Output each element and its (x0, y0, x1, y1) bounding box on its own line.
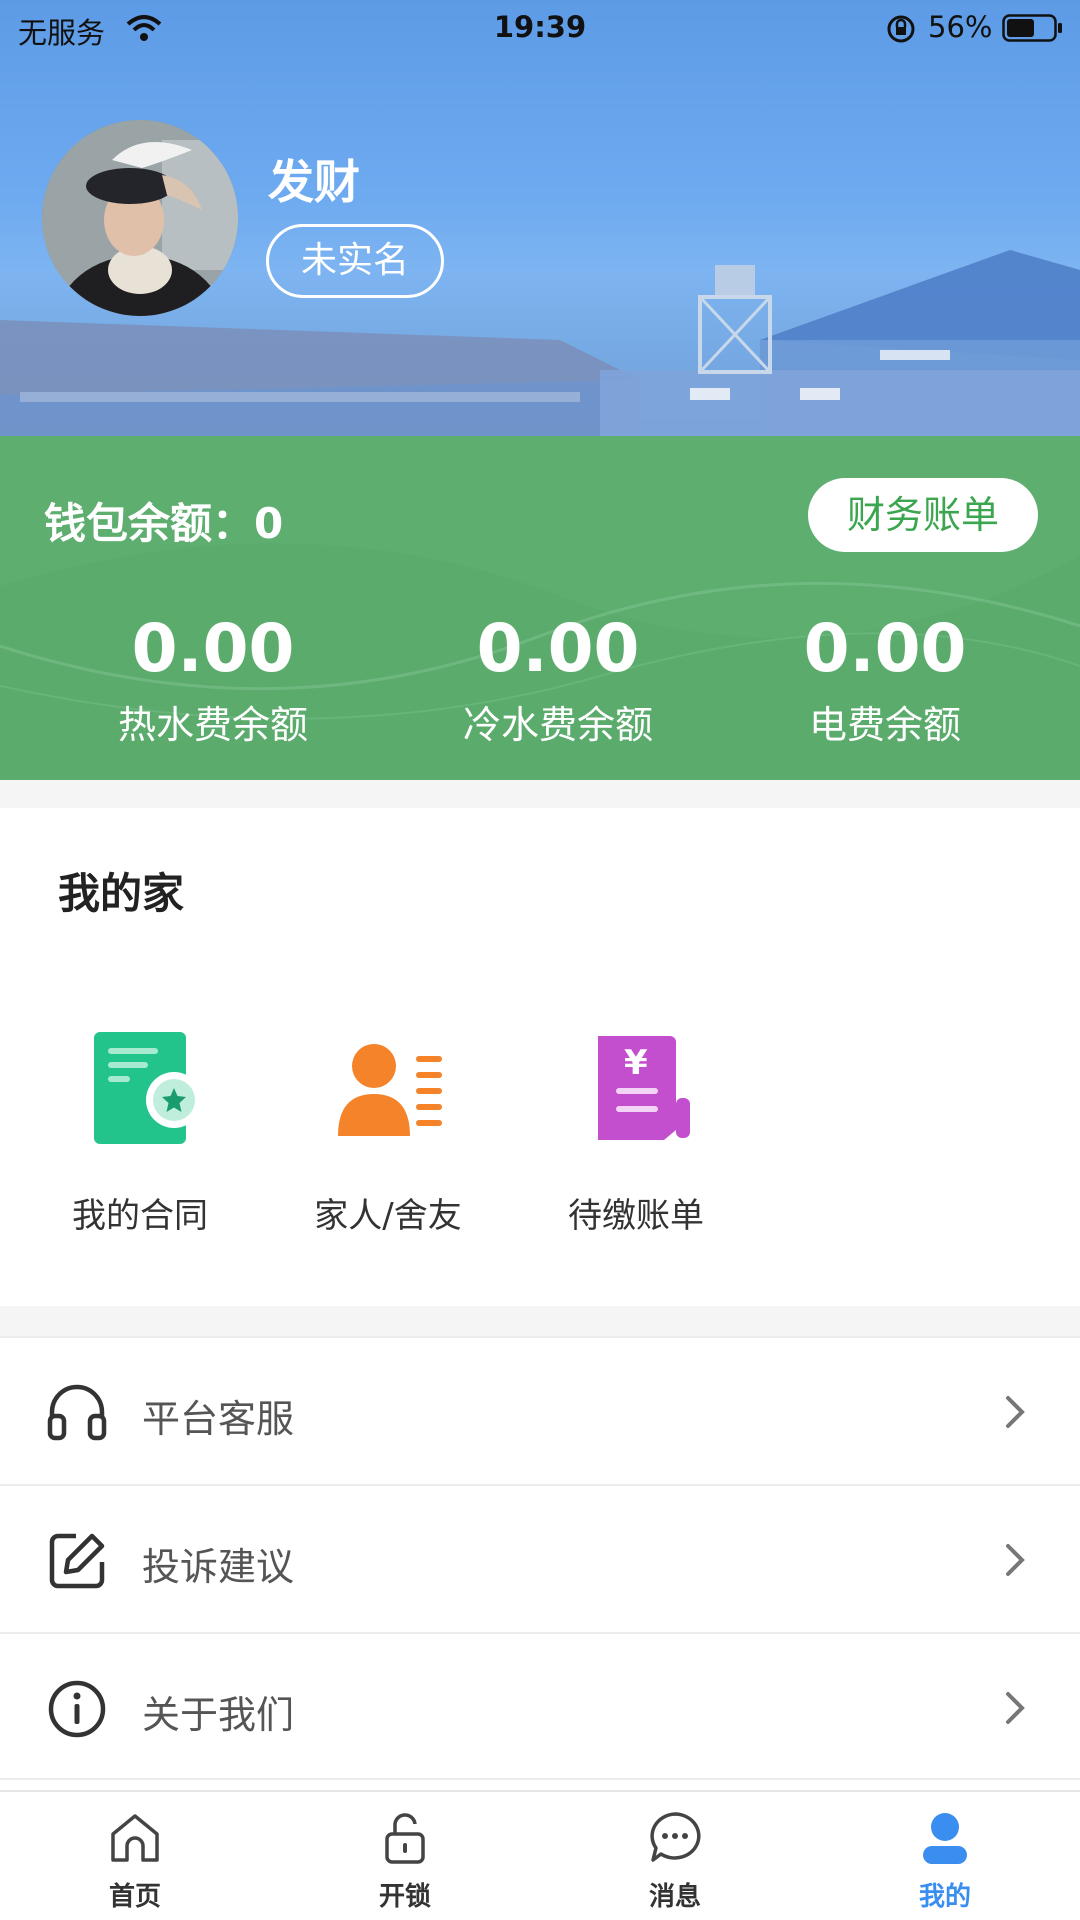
svg-text:¥: ¥ (624, 1043, 648, 1083)
my-contract-label: 我的合同 (72, 1196, 208, 1236)
electricity-label: 电费余额 (808, 703, 961, 747)
my-home-title: 我的家 (58, 869, 185, 918)
tab-messages-label: 消息 (648, 1882, 701, 1912)
verify-status-badge[interactable]: 未实名 (266, 224, 444, 298)
pending-bill-label: 待缴账单 (568, 1196, 704, 1236)
avatar[interactable] (42, 120, 238, 316)
pending-bill-item[interactable]: ¥ 待缴账单 (526, 1020, 746, 1240)
cold-water-label: 冷水费余额 (462, 703, 653, 747)
battery-icon (1002, 14, 1062, 42)
wallet-balance: 钱包余额：0 (44, 499, 284, 548)
menu-item-about-us[interactable]: 关于我们 (0, 1632, 1080, 1780)
hot-water-balance[interactable]: 0.00 热水费余额 (53, 616, 373, 749)
contract-icon (94, 1032, 200, 1144)
cold-water-balance[interactable]: 0.00 冷水费余额 (398, 616, 718, 749)
family-icon (338, 1044, 442, 1136)
my-contract-item[interactable]: 我的合同 (30, 1020, 250, 1240)
user-name: 发财 (268, 155, 360, 209)
tab-messages[interactable]: 消息 (540, 1792, 810, 1920)
hot-water-value: 0.00 (131, 610, 295, 687)
tab-home-label: 首页 (108, 1882, 161, 1912)
electricity-balance[interactable]: 0.00 电费余额 (725, 616, 1045, 749)
status-time: 19:39 (493, 10, 587, 44)
tab-mine[interactable]: 我的 (810, 1792, 1080, 1920)
battery-percent: 56% (928, 10, 993, 44)
chevron-right-icon (1006, 1692, 1025, 1724)
unlock-icon (385, 1813, 425, 1864)
tab-unlock[interactable]: 开锁 (270, 1792, 540, 1920)
edit-icon (49, 1533, 105, 1589)
message-icon (650, 1812, 701, 1862)
section-divider (0, 780, 1080, 808)
user-icon (923, 1813, 967, 1864)
tab-unlock-label: 开锁 (378, 1882, 431, 1912)
tab-mine-label: 我的 (918, 1882, 971, 1912)
wallet-panel: 钱包余额：0 财务账单 0.00 热水费余额 0.00 冷水费余额 0.00 电… (0, 436, 1080, 780)
bottom-tab-bar: 首页 开锁 消息 我的 (0, 1790, 1080, 1920)
feedback-label: 投诉建议 (142, 1545, 295, 1589)
family-roommates-item[interactable]: 家人/舍友 (278, 1020, 498, 1240)
chevron-right-icon (1006, 1544, 1025, 1576)
finance-bill-button[interactable]: 财务账单 (808, 478, 1038, 552)
avatar-photo (42, 120, 238, 316)
menu-item-feedback[interactable]: 投诉建议 (0, 1484, 1080, 1632)
tab-home[interactable]: 首页 (0, 1792, 270, 1920)
info-icon (48, 1680, 106, 1738)
section-divider (0, 1306, 1080, 1336)
profile-header: 无服务 19:39 56% 发财 未实名 (0, 0, 1080, 436)
menu-item-customer-service[interactable]: 平台客服 (0, 1336, 1080, 1484)
family-roommates-label: 家人/舍友 (314, 1196, 462, 1236)
about-us-label: 关于我们 (142, 1693, 295, 1737)
customer-service-label: 平台客服 (142, 1397, 295, 1441)
hot-water-label: 热水费余额 (117, 703, 308, 747)
chevron-right-icon (1006, 1396, 1025, 1428)
electricity-value: 0.00 (803, 610, 967, 687)
status-bar: 无服务 19:39 56% (0, 0, 1080, 56)
rotation-lock-icon (887, 15, 915, 43)
home-icon (111, 1814, 159, 1862)
cold-water-value: 0.00 (476, 610, 640, 687)
headset-icon (47, 1384, 107, 1441)
bill-icon: ¥ (598, 1036, 690, 1140)
